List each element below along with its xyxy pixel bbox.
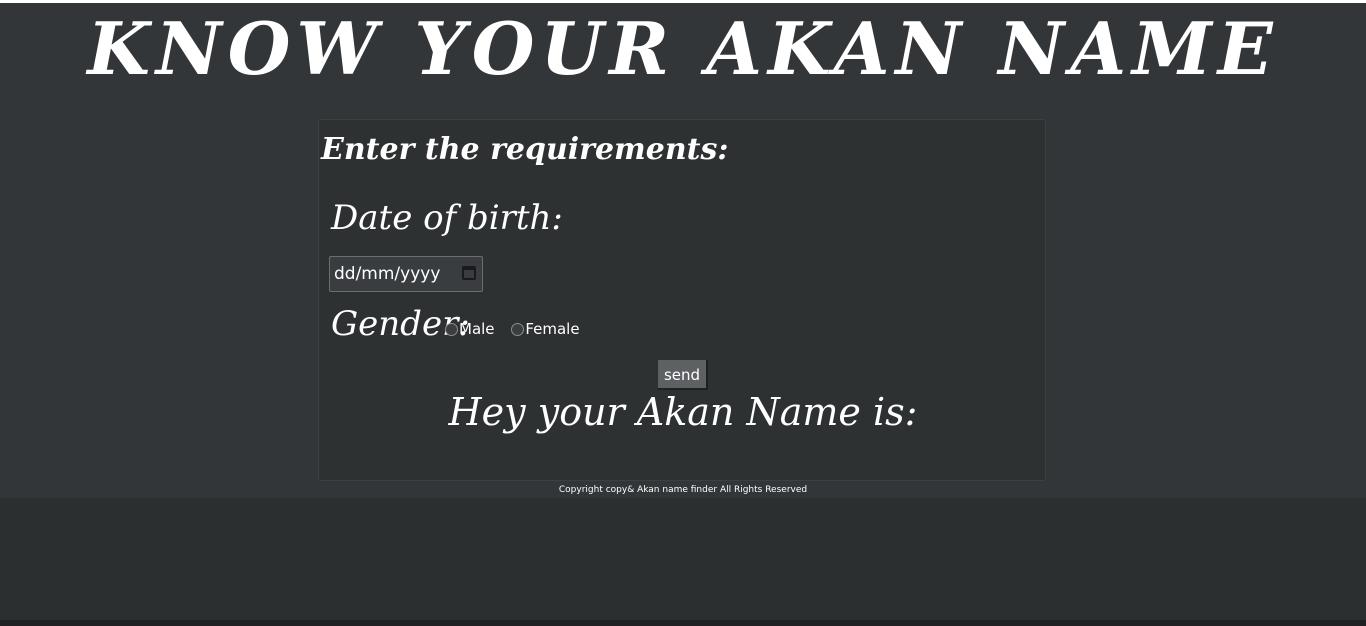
bottom-edge (0, 620, 1366, 626)
female-radio[interactable] (511, 322, 525, 336)
date-of-birth-label: Date of birth: (331, 198, 563, 238)
form-title: Enter the requirements: (321, 132, 729, 167)
date-of-birth-input[interactable]: dd/mm/yyyy (329, 256, 483, 292)
page-title: KNOW YOUR AKAN NAME (87, 6, 1279, 91)
result-text: Hey your Akan Name is: (448, 390, 918, 434)
gender-option-male[interactable]: Male (445, 320, 495, 338)
footer-copyright: Copyright copy& Akan name finder All Rig… (558, 485, 808, 495)
gender-radio-group: Male Female (445, 320, 592, 340)
female-label[interactable]: Female (525, 320, 579, 338)
form-card: Enter the requirements: Date of birth: d… (318, 119, 1046, 481)
gender-option-female[interactable]: Female (511, 320, 580, 338)
send-button[interactable]: send (658, 360, 708, 390)
calendar-icon[interactable] (462, 266, 476, 280)
lower-background (0, 498, 1366, 620)
male-radio[interactable] (445, 322, 458, 336)
male-label[interactable]: Male (459, 320, 495, 338)
date-placeholder: dd/mm/yyyy (334, 264, 441, 284)
